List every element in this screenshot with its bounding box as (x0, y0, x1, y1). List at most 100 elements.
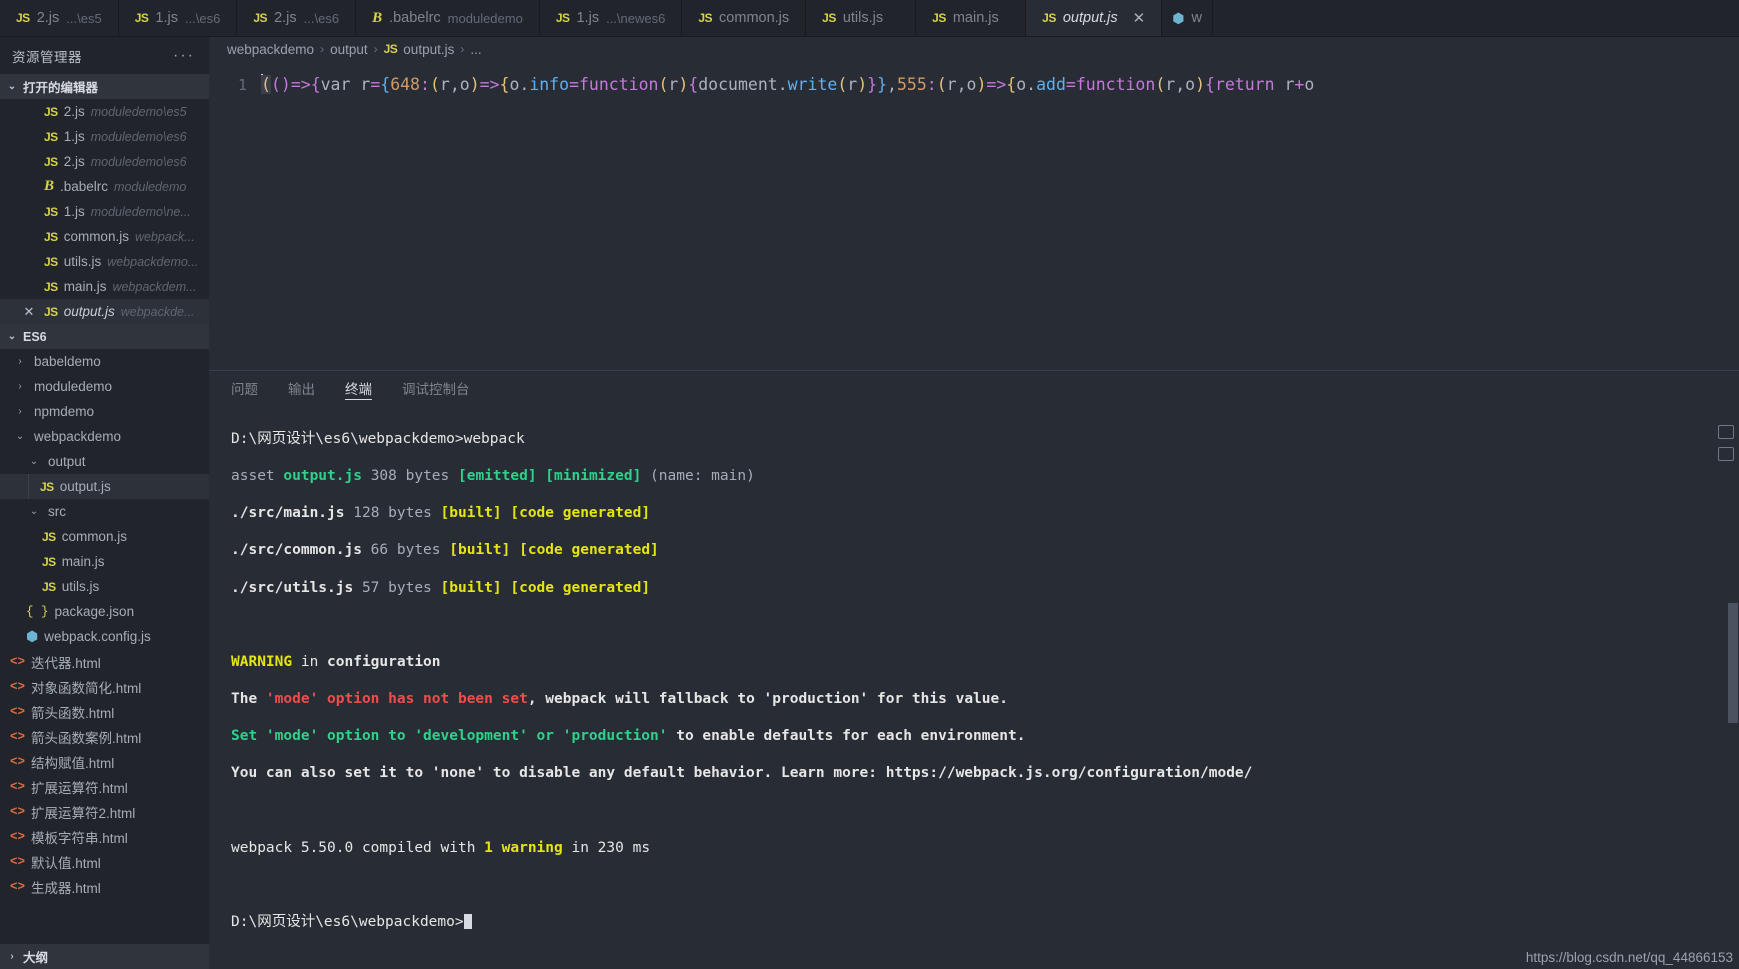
panel-tab-label: 调试控制台 (402, 382, 470, 398)
tree-item-label: 对象函数简化.html (31, 680, 142, 696)
tree-file-html-4[interactable]: <> 箭头函数案例.html (0, 724, 209, 749)
terminal-line: D:\网页设计\es6\webpackdemo> (231, 913, 1739, 932)
tree-file-html-2[interactable]: <> 对象函数简化.html (0, 674, 209, 699)
open-editor-item[interactable]: JS 2.js moduledemo\es6 (0, 149, 209, 174)
section-open-editors-label: 打开的编辑器 (23, 81, 99, 95)
tree-folder-webpackdemo[interactable]: ⌄ webpackdemo (0, 424, 209, 449)
tree-file-webpackconfig[interactable]: ⬢ webpack.config.js (0, 624, 209, 649)
tree-item-label: package.json (54, 604, 135, 619)
section-outline[interactable]: › 大纲 (0, 944, 209, 969)
chevron-down-icon: ⌄ (29, 456, 39, 467)
chevron-right-icon: › (10, 951, 14, 962)
code-content[interactable]: (()=>{var r={648:(r,o)=>{o.info=function… (261, 73, 1314, 97)
babel-icon: B (44, 178, 55, 194)
tree-item-label: src (48, 504, 66, 519)
tree-file-commonjs[interactable]: JS common.js (0, 524, 209, 549)
close-icon[interactable]: ✕ (20, 304, 38, 320)
editor-tab-2js-es6[interactable]: JS 2.js ...\es6 (237, 0, 357, 36)
open-editor-item[interactable]: JS 2.js moduledemo\es5 (0, 99, 209, 124)
panel-tab-terminal[interactable]: 终端 (345, 371, 372, 405)
editor-area: webpackdemo › output › JS output.js › ..… (209, 37, 1739, 969)
editor-tab-1js-es6[interactable]: JS 1.js ...\es6 (118, 0, 238, 36)
open-editor-item[interactable]: JS utils.js webpackdemo... (0, 249, 209, 274)
tree-folder-babeldemo[interactable]: › babeldemo (0, 349, 209, 374)
tree-folder-output[interactable]: ⌄ output (0, 449, 209, 474)
tab-label: 2.js (36, 10, 60, 26)
open-editor-path: moduledemo (114, 179, 187, 194)
chevron-down-icon: ⌄ (7, 331, 17, 342)
terminal-scrollbar-thumb[interactable] (1728, 603, 1738, 724)
terminal-line: ./src/main.js 128 bytes [built] [code ge… (231, 505, 651, 522)
editor-tab-commonjs[interactable]: JS common.js (682, 0, 807, 36)
panel-tab-debug-console[interactable]: 调试控制台 (402, 371, 470, 405)
explorer-title: 资源管理器 (12, 49, 82, 65)
tree-file-outputjs[interactable]: JS output.js (0, 474, 209, 499)
js-icon: JS (555, 11, 570, 25)
tree-file-html-5[interactable]: <> 结构赋值.html (0, 749, 209, 774)
tree-file-html-7[interactable]: <> 扩展运算符2.html (0, 799, 209, 824)
html-icon: <> (10, 779, 26, 794)
open-editor-path: moduledemo\es6 (90, 129, 187, 144)
open-editor-name: output.js (63, 304, 115, 319)
tree-folder-moduledemo[interactable]: › moduledemo (0, 374, 209, 399)
tree-file-mainjs[interactable]: JS main.js (0, 549, 209, 574)
tree-file-utilsjs[interactable]: JS utils.js (0, 574, 209, 599)
editor-tab-utilsjs[interactable]: JS utils.js (806, 0, 917, 36)
tree-item-label: 默认值.html (31, 855, 101, 871)
tree-item-label: output (48, 454, 86, 469)
open-editor-item[interactable]: JS main.js webpackdem... (0, 274, 209, 299)
editor-tab-webpackconfig[interactable]: ⬢ w (1162, 0, 1213, 36)
terminal-line: ./src/common.js 66 bytes [built] [code g… (231, 542, 659, 559)
open-editor-name: utils.js (63, 254, 102, 269)
panel-tab-output[interactable]: 输出 (288, 371, 315, 405)
more-actions-icon[interactable]: ··· (173, 47, 195, 65)
editor-tab-bar: JS 2.js ...\es5 JS 1.js ...\es6 JS 2.js … (0, 0, 1739, 37)
editor-tab-outputjs[interactable]: JS output.js ✕ (1026, 0, 1163, 36)
tree-file-packagejson[interactable]: { } package.json (0, 599, 209, 624)
close-icon[interactable]: ✕ (1133, 11, 1146, 26)
js-icon: JS (44, 129, 58, 144)
js-icon: JS (40, 479, 54, 494)
tree-file-html-3[interactable]: <> 箭头函数.html (0, 699, 209, 724)
tree-folder-src[interactable]: ⌄ src (0, 499, 209, 524)
tree-file-html-1[interactable]: <> 迭代器.html (0, 649, 209, 674)
editor-tab-mainjs[interactable]: JS main.js (916, 0, 1027, 36)
tree-item-label: 迭代器.html (31, 655, 101, 671)
open-editor-item[interactable]: B .babelrc moduledemo (0, 174, 209, 199)
chevron-right-icon: › (18, 406, 22, 417)
tree-item-label: npmdemo (34, 404, 95, 419)
code-editor[interactable]: 1 (()=>{var r={648:(r,o)=>{o.info=functi… (209, 61, 1739, 371)
terminal-scrollbar[interactable] (1727, 371, 1739, 969)
breadcrumb-item-subfolder[interactable]: output (330, 42, 368, 57)
section-workspace-es6[interactable]: ⌄ ES6 (0, 324, 209, 349)
open-editor-item[interactable]: JS 1.js moduledemo\es6 (0, 124, 209, 149)
terminal-output[interactable]: D:\网页设计\es6\webpackdemo>webpack asset ou… (209, 405, 1739, 969)
chevron-right-icon: › (373, 42, 378, 56)
html-icon: <> (10, 654, 26, 669)
js-icon: JS (44, 304, 58, 319)
breadcrumb-item-file[interactable]: output.js (403, 42, 454, 57)
tab-label: utils.js (842, 10, 884, 26)
breadcrumb-item-folder[interactable]: webpackdemo (227, 42, 314, 57)
open-editor-item[interactable]: JS 1.js moduledemo\ne... (0, 199, 209, 224)
section-open-editors[interactable]: ⌄ 打开的编辑器 (0, 74, 209, 99)
panel-tab-bar: 问题 输出 终端 调试控制台 (209, 371, 1739, 405)
tree-folder-npmdemo[interactable]: › npmdemo (0, 399, 209, 424)
html-icon: <> (10, 854, 26, 869)
breadcrumb-item-symbol[interactable]: ... (470, 42, 481, 57)
open-editor-item-active[interactable]: ✕ JS output.js webpackde... (0, 299, 209, 324)
terminal-line: The 'mode' option has not been set, webp… (231, 691, 1008, 708)
editor-tab-2js-es5[interactable]: JS 2.js ...\es5 (0, 0, 119, 36)
open-editor-item[interactable]: JS common.js webpack... (0, 224, 209, 249)
js-icon: JS (1042, 11, 1056, 25)
editor-tab-babelrc[interactable]: B .babelrc moduledemo (356, 0, 540, 36)
tree-file-html-8[interactable]: <> 模板字符串.html (0, 824, 209, 849)
tree-file-html-9[interactable]: <> 默认值.html (0, 849, 209, 874)
editor-tab-1js-newes6[interactable]: JS 1.js ...\newes6 (539, 0, 683, 36)
panel-tab-problems[interactable]: 问题 (231, 371, 258, 405)
tree-file-html-10[interactable]: <> 生成器.html (0, 874, 209, 899)
tree-file-html-6[interactable]: <> 扩展运算符.html (0, 774, 209, 799)
babel-icon: B (372, 9, 383, 26)
terminal-line: WARNING in configuration (231, 653, 441, 670)
